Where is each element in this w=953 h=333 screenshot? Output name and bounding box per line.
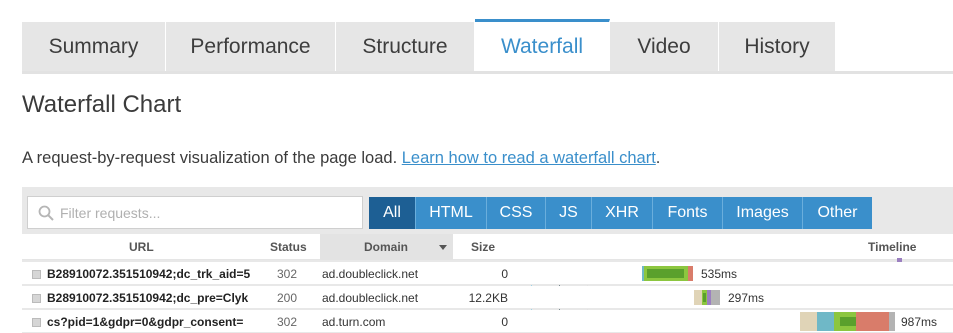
request-domain: ad.turn.com <box>322 314 386 329</box>
waterfall-bar-wait <box>647 269 684 278</box>
filter-fonts-button[interactable]: Fonts <box>653 197 723 229</box>
tab-performance[interactable]: Performance <box>166 22 336 71</box>
request-status: 302 <box>277 266 298 281</box>
waterfall-bar-blocked <box>800 312 817 331</box>
waterfall-bar-ssl <box>856 312 889 331</box>
domain-column-header[interactable]: Domain <box>320 234 453 260</box>
expand-row-icon[interactable] <box>32 270 41 279</box>
sort-desc-icon <box>439 245 447 250</box>
tab-history[interactable]: History <box>719 22 836 71</box>
learn-waterfall-link[interactable]: Learn how to read a waterfall chart <box>402 149 656 167</box>
waterfall-bar-receive <box>889 312 895 331</box>
status-column-header[interactable]: Status <box>270 234 307 260</box>
waterfall-bar-wait <box>840 317 856 326</box>
table-row[interactable]: B28910072.351510942;dc_trk_aid=5 302 ad.… <box>22 262 953 285</box>
filter-images-button[interactable]: Images <box>723 197 803 229</box>
request-status: 302 <box>277 314 298 329</box>
expand-row-icon[interactable] <box>32 294 41 303</box>
table-header: URL Status Domain Size Timeline <box>22 234 953 264</box>
request-url: B28910072.351510942;dc_trk_aid=5 <box>47 266 251 281</box>
tab-structure[interactable]: Structure <box>336 22 475 71</box>
page-title: Waterfall Chart <box>22 91 182 118</box>
filter-requests-input[interactable] <box>60 204 350 221</box>
tab-summary[interactable]: Summary <box>22 22 166 71</box>
waterfall-bar-receive <box>711 290 720 305</box>
search-icon <box>38 205 54 221</box>
request-timing: 987ms <box>901 314 938 329</box>
page-description: A request-by-request visualization of th… <box>22 149 660 168</box>
request-size: 12.2KB <box>468 290 508 305</box>
request-status: 200 <box>277 290 298 305</box>
tab-video[interactable]: Video <box>610 22 719 71</box>
request-url: B28910072.351510942;dc_pre=Clyk <box>47 290 249 305</box>
table-row[interactable]: cs?pid=1&gdpr=0&gdpr_consent= 302 ad.tur… <box>22 310 953 333</box>
size-column-header[interactable]: Size <box>471 234 495 260</box>
filter-js-button[interactable]: JS <box>546 197 592 229</box>
filter-all-button[interactable]: All <box>369 197 416 229</box>
domain-header-label: Domain <box>364 240 409 254</box>
table-row[interactable]: B28910072.351510942;dc_pre=Clyk 200 ad.d… <box>22 286 953 309</box>
request-size: 0 <box>501 266 508 281</box>
request-domain: ad.doubleclick.net <box>322 290 419 305</box>
filter-css-button[interactable]: CSS <box>487 197 546 229</box>
tab-underline <box>22 71 953 74</box>
tab-waterfall[interactable]: Waterfall <box>475 19 610 71</box>
description-text: A request-by-request visualization of th… <box>22 149 402 167</box>
timeline-column-header[interactable]: Timeline <box>868 234 916 260</box>
waterfall-bar-receive <box>688 266 693 281</box>
request-url: cs?pid=1&gdpr=0&gdpr_consent= <box>47 314 244 329</box>
type-filter-group: All HTML CSS JS XHR Fonts Images Other <box>369 197 872 229</box>
waterfall-bar-dns <box>817 312 834 331</box>
description-end: . <box>655 149 661 167</box>
url-column-header[interactable]: URL <box>129 234 154 260</box>
request-size: 0 <box>501 314 508 329</box>
waterfall-bar-wait <box>703 293 706 302</box>
request-timing: 297ms <box>728 290 765 305</box>
filter-xhr-button[interactable]: XHR <box>592 197 653 229</box>
search-box <box>27 196 363 229</box>
filter-other-button[interactable]: Other <box>803 197 872 229</box>
waterfall-bar-blocked <box>694 290 702 305</box>
request-timing: 535ms <box>701 266 738 281</box>
expand-row-icon[interactable] <box>32 318 41 327</box>
request-domain: ad.doubleclick.net <box>322 266 419 281</box>
tab-bar: Summary Performance Structure Waterfall … <box>22 19 953 74</box>
filter-html-button[interactable]: HTML <box>416 197 487 229</box>
